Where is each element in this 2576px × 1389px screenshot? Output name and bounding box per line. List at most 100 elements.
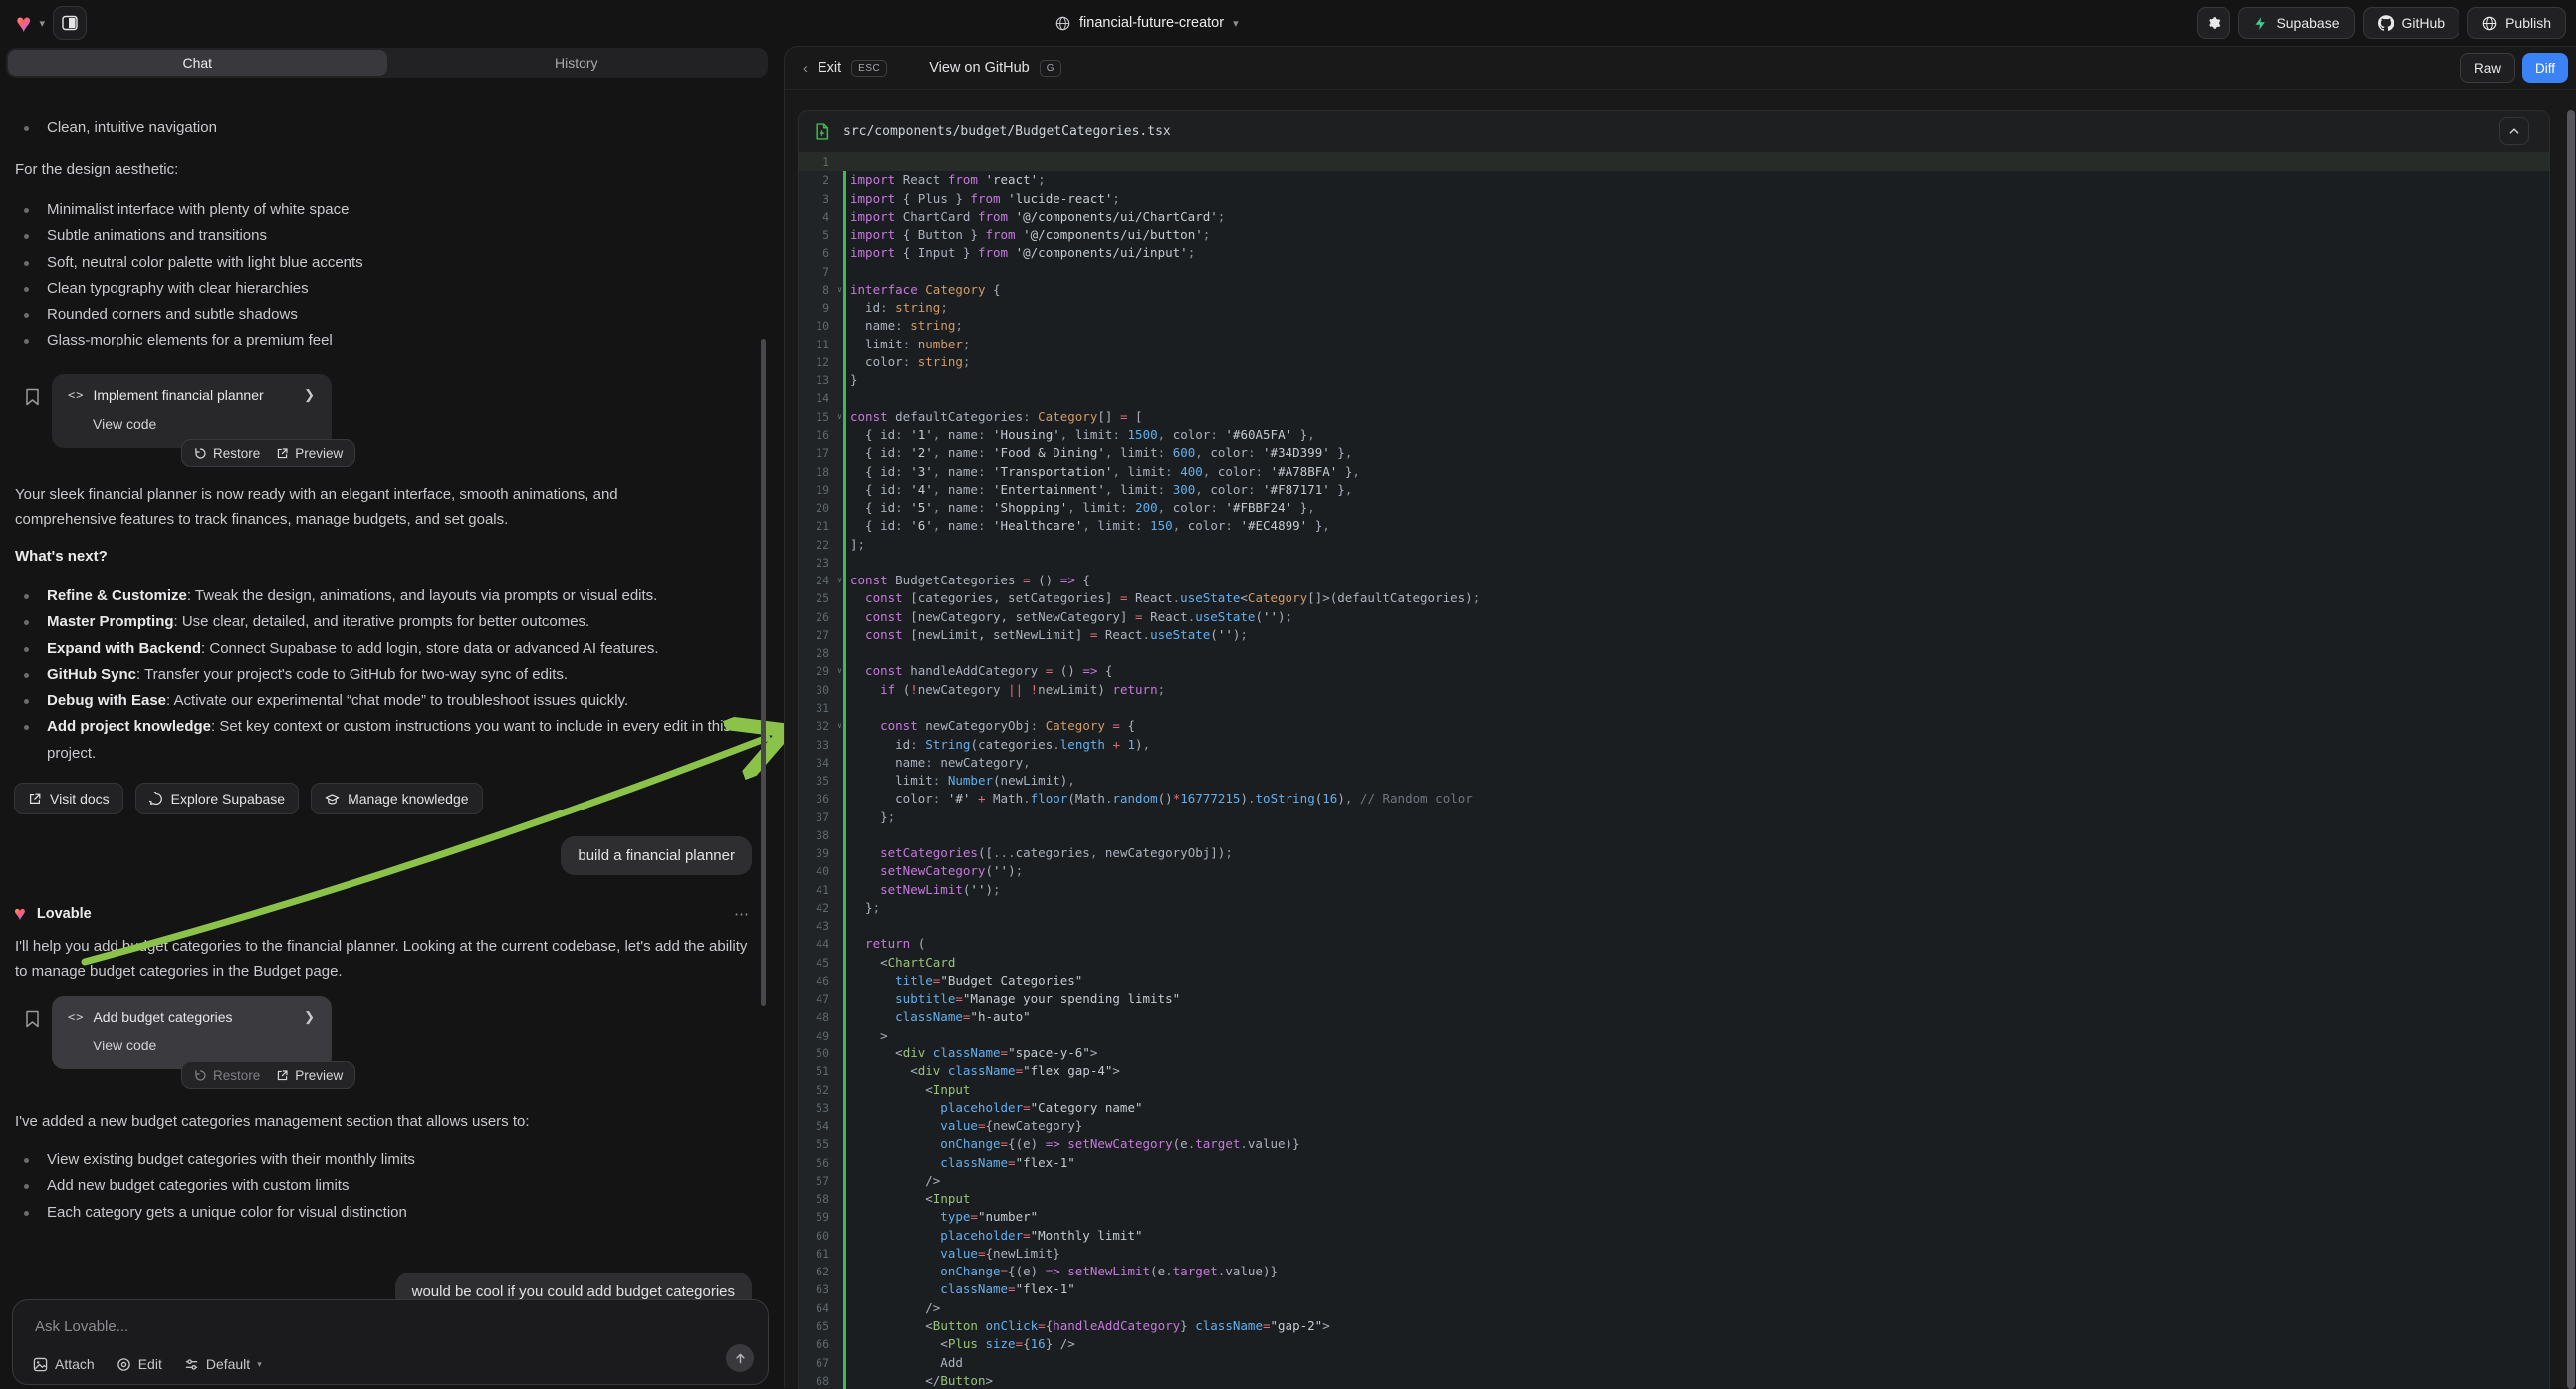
fold-chevron-icon[interactable] [829,353,850,371]
edit-mode-button[interactable]: Edit [117,1356,162,1372]
code-scrollbar[interactable] [2567,110,2575,1389]
fold-chevron-icon[interactable]: ∨ [829,717,850,735]
fold-chevron-icon[interactable] [829,772,850,790]
fold-chevron-icon[interactable] [829,1354,850,1372]
fold-chevron-icon[interactable] [829,244,850,262]
view-on-github-button[interactable]: View on GitHub [929,60,1029,76]
fold-chevron-icon[interactable] [829,1027,850,1044]
version-card-add-budget-categories[interactable]: <> Add budget categories ❯ View code [52,996,332,1069]
fold-chevron-icon[interactable] [829,754,850,772]
collapse-file-button[interactable] [2499,117,2529,145]
fold-chevron-icon[interactable] [829,1081,850,1099]
message-menu-ellipsis-icon[interactable]: ⋯ [734,905,751,923]
fold-chevron-icon[interactable] [829,626,850,644]
view-code-link[interactable]: View code [93,1038,156,1053]
fold-chevron-icon[interactable] [829,171,850,189]
fold-chevron-icon[interactable] [829,1299,850,1317]
fold-chevron-icon[interactable] [829,844,850,862]
github-button[interactable]: GitHub [2363,7,2460,39]
lovable-logo-heart-icon[interactable]: ♥ [16,10,31,36]
exit-button[interactable]: Exit [818,60,841,76]
project-switcher[interactable]: financial-future-creator ▾ [1055,0,1239,46]
fold-chevron-icon[interactable] [829,826,850,844]
fold-chevron-icon[interactable] [829,736,850,754]
chevron-down-icon[interactable]: ▾ [39,17,45,30]
fold-chevron-icon[interactable] [829,809,850,826]
fold-chevron-icon[interactable] [829,336,850,353]
fold-chevron-icon[interactable] [829,263,850,281]
fold-chevron-icon[interactable] [829,1335,850,1353]
fold-chevron-icon[interactable]: ∨ [829,662,850,680]
attach-button[interactable]: Attach [33,1356,95,1372]
fold-chevron-icon[interactable] [829,1208,850,1226]
fold-chevron-icon[interactable]: ∨ [829,281,850,299]
version-card-implement-financial-planner[interactable]: <> Implement financial planner ❯ View co… [52,374,332,448]
fold-chevron-icon[interactable] [829,153,850,171]
file-header[interactable]: src/components/budget/BudgetCategories.t… [799,111,2549,153]
fold-chevron-icon[interactable] [829,1117,850,1135]
fold-chevron-icon[interactable] [829,644,850,662]
tab-history[interactable]: History [387,50,767,76]
fold-chevron-icon[interactable] [829,699,850,717]
fold-chevron-icon[interactable] [829,444,850,462]
fold-chevron-icon[interactable] [829,426,850,444]
fold-chevron-icon[interactable] [829,190,850,208]
fold-chevron-icon[interactable] [829,226,850,244]
fold-chevron-icon[interactable] [829,1099,850,1117]
fold-chevron-icon[interactable] [829,1227,850,1245]
fold-chevron-icon[interactable] [829,608,850,626]
chat-scrollbar[interactable] [761,339,766,1006]
settings-button[interactable] [2197,7,2230,39]
fold-chevron-icon[interactable] [829,917,850,935]
fold-chevron-icon[interactable] [829,208,850,226]
manage-knowledge-button[interactable]: Manage knowledge [311,783,482,814]
fold-chevron-icon[interactable] [829,990,850,1008]
preview-button[interactable]: Preview [276,446,343,461]
fold-chevron-icon[interactable] [829,1263,850,1280]
fold-chevron-icon[interactable] [829,371,850,389]
fold-chevron-icon[interactable] [829,862,850,880]
send-button[interactable] [726,1344,754,1372]
fold-chevron-icon[interactable] [829,1044,850,1062]
fold-chevron-icon[interactable] [829,1372,850,1389]
fold-chevron-icon[interactable] [829,935,850,953]
fold-chevron-icon[interactable] [829,1008,850,1026]
fold-chevron-icon[interactable] [829,554,850,572]
fold-chevron-icon[interactable]: ∨ [829,408,850,426]
fold-chevron-icon[interactable] [829,1172,850,1190]
fold-chevron-icon[interactable] [829,1062,850,1080]
fold-chevron-icon[interactable] [829,1135,850,1153]
fold-chevron-icon[interactable] [829,1280,850,1298]
fold-chevron-icon[interactable] [829,790,850,808]
fold-chevron-icon[interactable] [829,1245,850,1263]
preview-button[interactable]: Preview [276,1068,343,1083]
restore-button[interactable]: Restore [194,446,260,461]
visit-docs-button[interactable]: Visit docs [14,783,123,814]
bookmark-icon[interactable] [25,1010,40,1028]
fold-chevron-icon[interactable] [829,972,850,990]
fold-chevron-icon[interactable] [829,589,850,607]
fold-chevron-icon[interactable] [829,899,850,917]
fold-chevron-icon[interactable] [829,536,850,554]
fold-chevron-icon[interactable] [829,1154,850,1172]
chat-scroll-area[interactable]: Clean, intuitive navigation For the desi… [0,80,774,1388]
diff-toggle-button[interactable]: Diff [2522,53,2568,83]
fold-chevron-icon[interactable] [829,499,850,517]
mode-selector[interactable]: Default ▾ [184,1356,262,1372]
fold-chevron-icon[interactable] [829,681,850,699]
fold-chevron-icon[interactable] [829,881,850,899]
code-editor[interactable]: 12import React from 'react';3import { Pl… [799,153,2549,1389]
publish-button[interactable]: Publish [2467,7,2566,39]
tab-chat[interactable]: Chat [8,50,387,76]
prompt-input-box[interactable]: Ask Lovable... Attach Edit Default ▾ [12,1299,769,1385]
fold-chevron-icon[interactable] [829,954,850,972]
fold-chevron-icon[interactable] [829,299,850,317]
view-code-link[interactable]: View code [93,416,156,432]
fold-chevron-icon[interactable]: ∨ [829,572,850,589]
restore-button[interactable]: Restore [194,1068,260,1083]
fold-chevron-icon[interactable] [829,463,850,481]
fold-chevron-icon[interactable] [829,1190,850,1208]
raw-toggle-button[interactable]: Raw [2460,53,2515,83]
supabase-button[interactable]: Supabase [2238,7,2354,39]
bookmark-icon[interactable] [25,388,40,406]
